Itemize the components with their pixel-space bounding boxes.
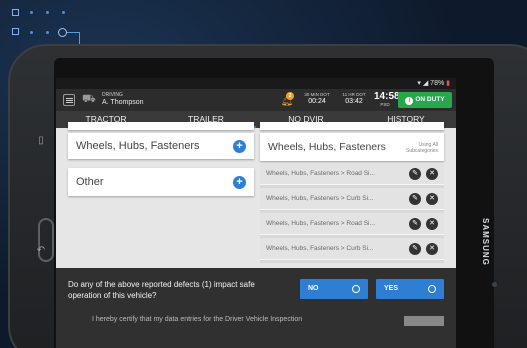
delete-icon[interactable]: ✕: [426, 243, 438, 255]
clock-zone: PSD: [380, 102, 390, 107]
decor-ring: [58, 28, 67, 37]
signal-icon: ◢: [422, 80, 429, 87]
notification-badge: 2: [286, 92, 294, 100]
defect-item[interactable]: Wheels, Hubs, Fasteners > Road Si... ✎ ✕: [260, 163, 444, 185]
decor-square: [12, 9, 19, 16]
battery-icon: ▮: [446, 80, 450, 87]
defect-text: Wheels, Hubs, Fasteners > Road Si...: [266, 170, 375, 177]
tablet-screen: ▾ ◢ 78% ▮ ⛟ DRIVING A. Thompson 🔔︎ 2 30 …: [56, 78, 456, 348]
signature-button[interactable]: [404, 316, 444, 326]
decor-dot: [30, 11, 33, 14]
selected-category-card[interactable]: Wheels, Hubs, Fasteners Using All Subcat…: [260, 133, 444, 161]
add-icon[interactable]: +: [233, 140, 246, 153]
category-label: Wheels, Hubs, Fasteners: [76, 140, 200, 152]
yes-label: YES: [384, 285, 399, 292]
yes-button[interactable]: YES: [376, 279, 444, 299]
duty-status-button[interactable]: i ON DUTY: [398, 92, 452, 108]
timer-label: 30 MIN DOT: [304, 92, 330, 97]
timer-30-min: 30 MIN DOT 00:24: [300, 92, 334, 105]
menu-icon[interactable]: [63, 94, 75, 106]
delete-icon[interactable]: ✕: [426, 168, 438, 180]
radio-icon: [352, 285, 360, 293]
defect-item[interactable]: Wheels, Hubs, Fasteners > Curb Si... ✎ ✕: [260, 238, 444, 260]
sensor-dot: [492, 282, 497, 287]
decor-dot: [62, 11, 65, 14]
category-card-partial: [68, 122, 254, 130]
defect-item[interactable]: Wheels, Hubs, Fasteners > Curb Si... ✎ ✕: [260, 188, 444, 210]
notifications-button[interactable]: 🔔︎ 2: [280, 92, 294, 108]
category-card[interactable]: Wheels, Hubs, Fasteners +: [68, 133, 254, 159]
device-brand: SAMSUNG: [481, 218, 490, 266]
add-icon[interactable]: +: [233, 176, 246, 189]
radio-icon: [428, 285, 436, 293]
battery-percent: 78%: [430, 80, 445, 87]
edit-icon[interactable]: ✎: [409, 168, 421, 180]
safety-question: Do any of the above reported defects (1)…: [68, 280, 255, 300]
delete-icon[interactable]: ✕: [426, 193, 438, 205]
no-label: NO: [308, 285, 319, 292]
wifi-icon: ▾: [417, 80, 421, 87]
dvir-content: Wheels, Hubs, Fasteners + Other + Wheels…: [56, 122, 456, 348]
subcategory-note: Using All Subcategories: [406, 142, 438, 154]
edit-icon[interactable]: ✎: [409, 218, 421, 230]
defect-text: Wheels, Hubs, Fasteners > Curb Si...: [266, 245, 374, 252]
decor-dot: [46, 11, 49, 14]
category-label: Other: [76, 176, 104, 188]
defect-card-partial: [260, 122, 444, 130]
decor-square: [12, 28, 19, 35]
app-bar: ⛟ DRIVING A. Thompson 🔔︎ 2 30 MIN DOT 00…: [56, 89, 456, 111]
subcategory-note-line: Subcategories: [406, 148, 438, 154]
timer-value: 03:42: [345, 98, 363, 105]
certification-text: I hereby certify that my data entries fo…: [92, 316, 303, 323]
status-bar: ▾ ◢ 78% ▮: [56, 78, 456, 89]
defect-text: Wheels, Hubs, Fasteners > Road Si...: [266, 220, 375, 227]
truck-icon: ⛟: [82, 93, 96, 105]
duty-status-label: ON DUTY: [415, 96, 445, 103]
back-key-icon[interactable]: ↶: [34, 244, 48, 258]
info-icon: i: [405, 97, 414, 105]
clock: 14:58 PSD: [374, 91, 400, 107]
category-card[interactable]: Other +: [68, 168, 254, 196]
defect-text: Wheels, Hubs, Fasteners > Curb Si...: [266, 195, 374, 202]
driving-status-label: DRIVING: [102, 92, 123, 98]
driver-name: A. Thompson: [102, 99, 144, 106]
delete-icon[interactable]: ✕: [426, 218, 438, 230]
decor-dot: [30, 31, 33, 34]
defect-list: Wheels, Hubs, Fasteners > Road Si... ✎ ✕…: [260, 163, 444, 263]
selected-category-label: Wheels, Hubs, Fasteners: [268, 141, 386, 153]
timer-value: 00:24: [308, 98, 326, 105]
decor-dot: [46, 31, 49, 34]
edit-icon[interactable]: ✎: [409, 193, 421, 205]
no-button[interactable]: NO: [300, 279, 368, 299]
recent-apps-key-icon[interactable]: ▯: [34, 134, 48, 148]
defect-item[interactable]: Wheels, Hubs, Fasteners > Road Si... ✎ ✕: [260, 213, 444, 235]
edit-icon[interactable]: ✎: [409, 243, 421, 255]
decor-line: [67, 32, 79, 33]
clock-time: 14:58: [374, 91, 400, 102]
timer-label: 11 HR DOT: [342, 92, 366, 97]
timer-11-hr: 11 HR DOT 03:42: [338, 92, 370, 105]
